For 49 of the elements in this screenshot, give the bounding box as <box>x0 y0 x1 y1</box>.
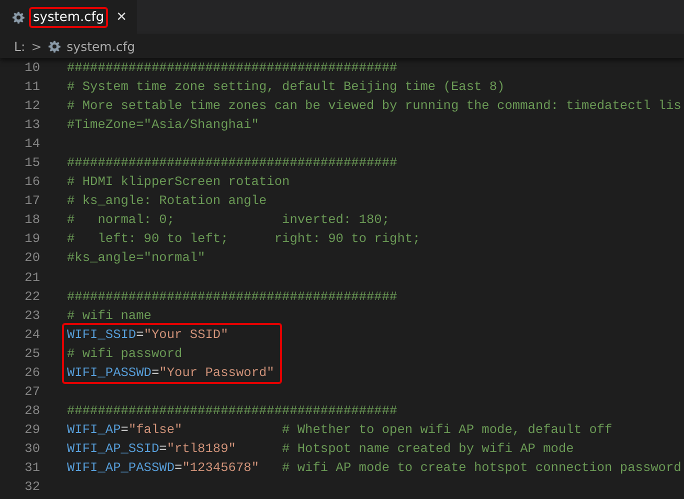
line-number: 26 <box>24 364 40 382</box>
code-line: # wifi name <box>67 306 152 325</box>
line-number: 13 <box>24 116 40 134</box>
breadcrumb-item[interactable]: system.cfg <box>66 38 136 54</box>
line-number: 24 <box>24 326 40 344</box>
code-line: WIFI_AP="false" # Whether to open wifi AP mode, default off <box>67 420 612 439</box>
line-number: 30 <box>24 440 40 458</box>
line-number: 20 <box>24 249 40 268</box>
line-number: 14 <box>24 135 40 154</box>
line-number: 31 <box>24 458 40 477</box>
code-line: # ks_angle: Rotation angle <box>67 192 267 210</box>
code-line: WIFI_PASSWD="Your Password" <box>67 364 274 382</box>
code-line: # left: 90 to left; right: 90 to right; <box>67 230 420 248</box>
line-number: 27 <box>24 382 40 401</box>
gear-icon <box>48 40 61 52</box>
breadcrumb-item[interactable]: L: <box>14 38 26 54</box>
code-line: # System time zone setting, default Beijing time (East 8) <box>67 78 505 96</box>
code-line: ########################################### <box>67 154 398 172</box>
line-number: 19 <box>24 230 40 248</box>
line-number: 32 <box>24 478 40 496</box>
line-number: 16 <box>24 173 40 192</box>
chevron-icon: > <box>31 38 42 54</box>
line-number: 28 <box>24 402 40 420</box>
code-line: # HDMI klipperScreen rotation <box>67 173 290 192</box>
line-number: 12 <box>24 97 40 116</box>
line-number: 10 <box>24 59 40 77</box>
code-line: # wifi password <box>67 344 182 363</box>
line-number: 11 <box>24 78 40 96</box>
line-number: 17 <box>24 192 40 210</box>
code-line: WIFI_AP_PASSWD="12345678" # wifi AP mode to create hotspot connection password <box>67 458 682 477</box>
code-line: WIFI_AP_SSID="rtl8189" # Hotspot name created by wifi AP mode <box>67 440 574 458</box>
code-line: ########################################### <box>67 59 398 77</box>
gear-icon <box>12 10 25 24</box>
code-line: WIFI_SSID="Your SSID" <box>67 326 228 344</box>
code-line: ########################################### <box>67 288 398 306</box>
line-number: 21 <box>24 268 40 287</box>
line-number: 15 <box>24 154 40 172</box>
line-number: 25 <box>24 344 40 363</box>
code-line: ########################################### <box>67 402 398 420</box>
line-number: 23 <box>24 306 40 325</box>
line-number: 18 <box>24 211 40 230</box>
editor-tab[interactable]: system.cfg ✕ <box>0 0 138 34</box>
line-number: 22 <box>24 288 40 306</box>
code-line: # normal: 0; inverted: 180; <box>67 211 390 230</box>
close-icon[interactable]: ✕ <box>112 10 132 24</box>
code-line: #TimeZone="Asia/Shanghai" <box>67 116 259 134</box>
code-line: #ks_angle="normal" <box>67 249 206 268</box>
code-line: # More settable time zones can be viewed by running the command: timedatectl lis <box>67 97 682 116</box>
line-number: 29 <box>24 420 40 439</box>
